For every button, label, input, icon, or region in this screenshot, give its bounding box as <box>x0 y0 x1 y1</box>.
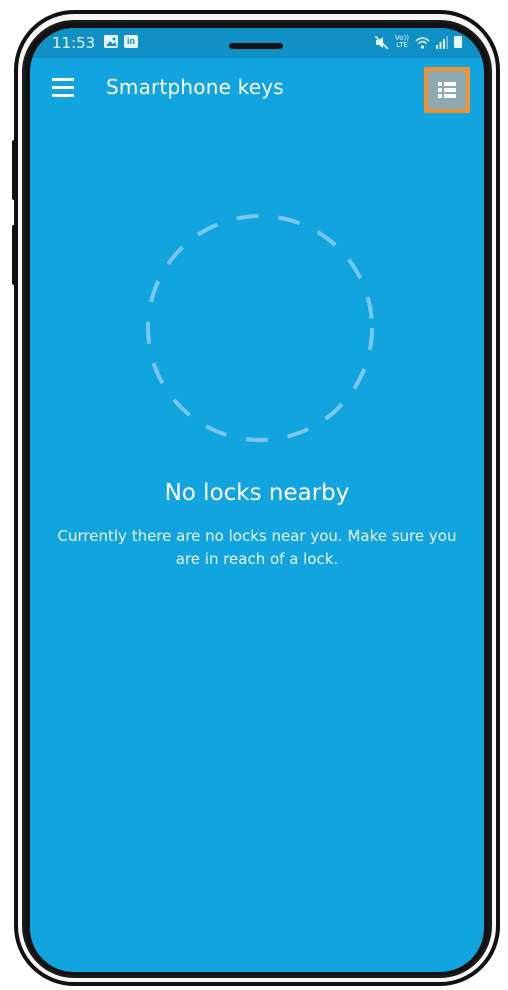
empty-state-description: Currently there are no locks near you. M… <box>57 527 457 568</box>
status-right-icons: Vo)) LTE <box>375 35 462 49</box>
page-title: Smartphone keys <box>106 75 284 99</box>
linkedin-icon: in <box>124 35 138 48</box>
volume-down-button <box>12 225 16 285</box>
lte-label: LTE <box>396 41 408 49</box>
signal-icon <box>436 35 448 49</box>
hamburger-menu-icon[interactable] <box>52 78 78 98</box>
mute-icon <box>375 35 389 49</box>
phone-screen: 11:53 in Vo)) LTE Smartphone keys No loc… <box>30 28 484 972</box>
list-view-button[interactable] <box>424 67 470 113</box>
list-view-icon <box>438 82 456 98</box>
status-bar: 11:53 in Vo)) LTE <box>30 28 484 58</box>
wifi-icon <box>415 36 430 49</box>
empty-state-title: No locks nearby <box>164 480 350 506</box>
power-button <box>496 200 500 280</box>
status-left-icons: in <box>104 35 138 48</box>
app-bar: Smartphone keys <box>30 58 484 118</box>
camera-notch <box>229 43 283 49</box>
volume-up-button <box>12 140 16 200</box>
volte-icon: Vo)) LTE <box>395 35 409 49</box>
dashed-circle-icon <box>146 214 374 442</box>
image-icon <box>104 35 118 48</box>
battery-icon <box>454 36 462 48</box>
status-time: 11:53 <box>52 34 96 52</box>
